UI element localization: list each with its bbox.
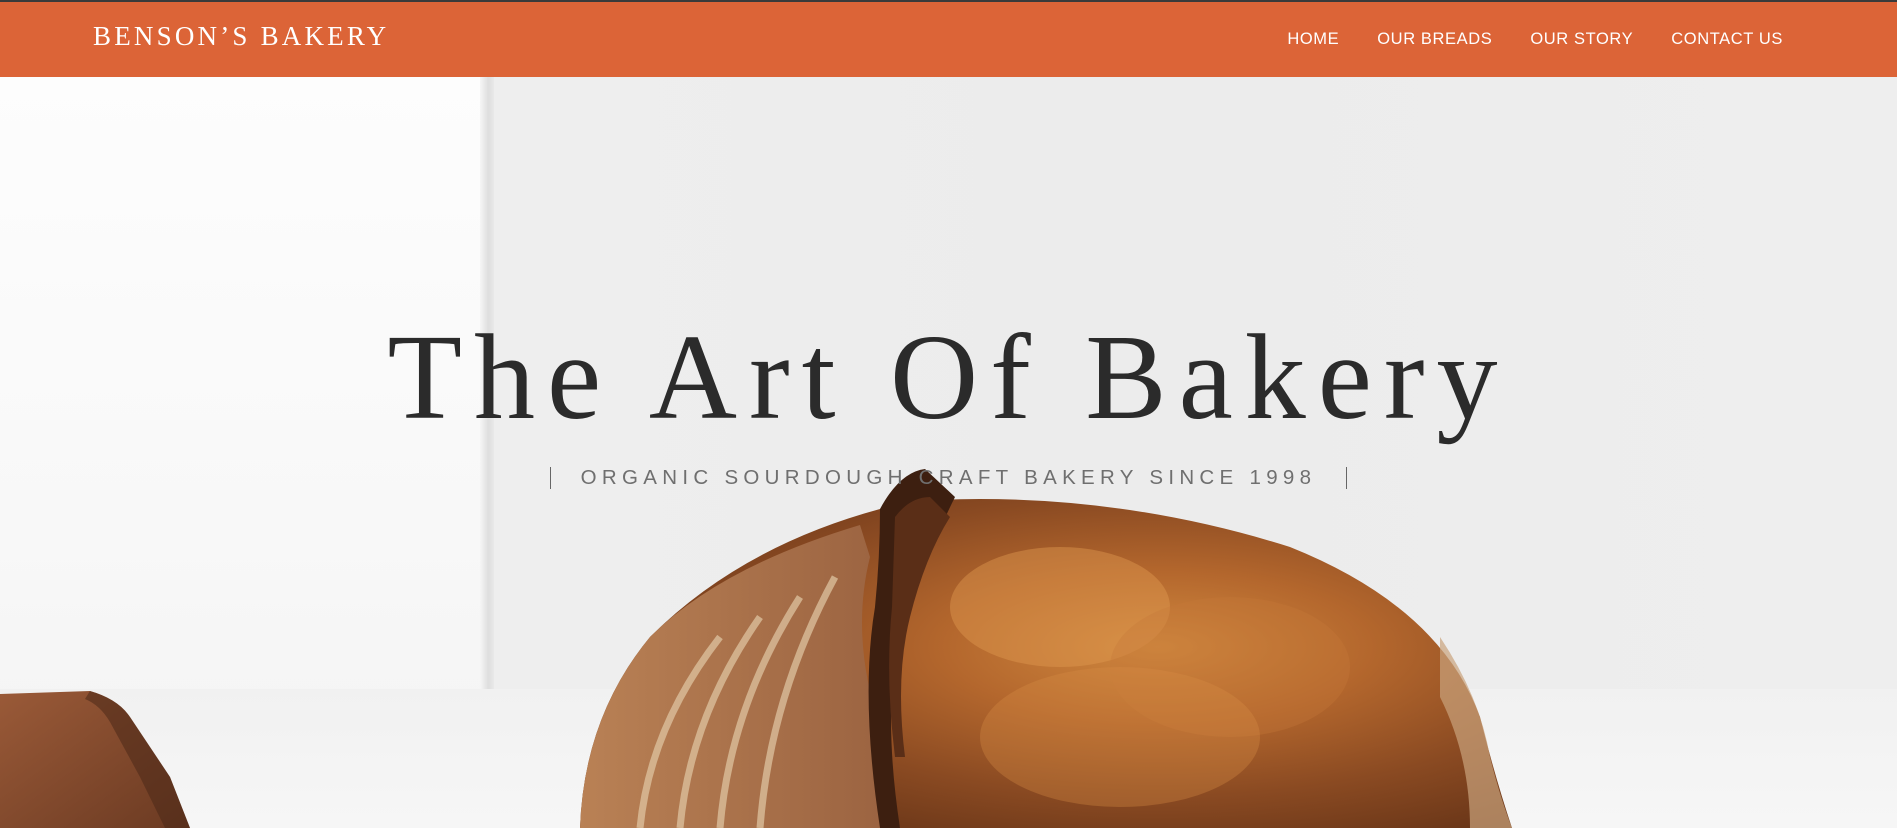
bread-image: [0, 469, 1512, 828]
logo[interactable]: BENSON’S BAKERY: [93, 23, 389, 50]
site-header: BENSON’S BAKERY HOME OUR BREADS OUR STOR…: [0, 0, 1897, 77]
hero-section: The Art Of Bakery ORGANIC SOURDOUGH CRAF…: [0, 77, 1897, 828]
hero-subtitle: ORGANIC SOURDOUGH CRAFT BAKERY SINCE 199…: [580, 465, 1317, 489]
main-nav: HOME OUR BREADS OUR STORY CONTACT US: [1287, 31, 1783, 48]
hero-title: The Art Of Bakery: [387, 310, 1510, 445]
hero-subtitle-row: ORGANIC SOURDOUGH CRAFT BAKERY SINCE 199…: [0, 467, 1897, 489]
nav-contact-us[interactable]: CONTACT US: [1671, 31, 1783, 48]
nav-home[interactable]: HOME: [1287, 31, 1339, 48]
subtitle-divider-right: [1346, 467, 1348, 489]
nav-our-breads[interactable]: OUR BREADS: [1377, 31, 1492, 48]
nav-our-story[interactable]: OUR STORY: [1530, 31, 1633, 48]
subtitle-divider-left: [549, 467, 551, 489]
